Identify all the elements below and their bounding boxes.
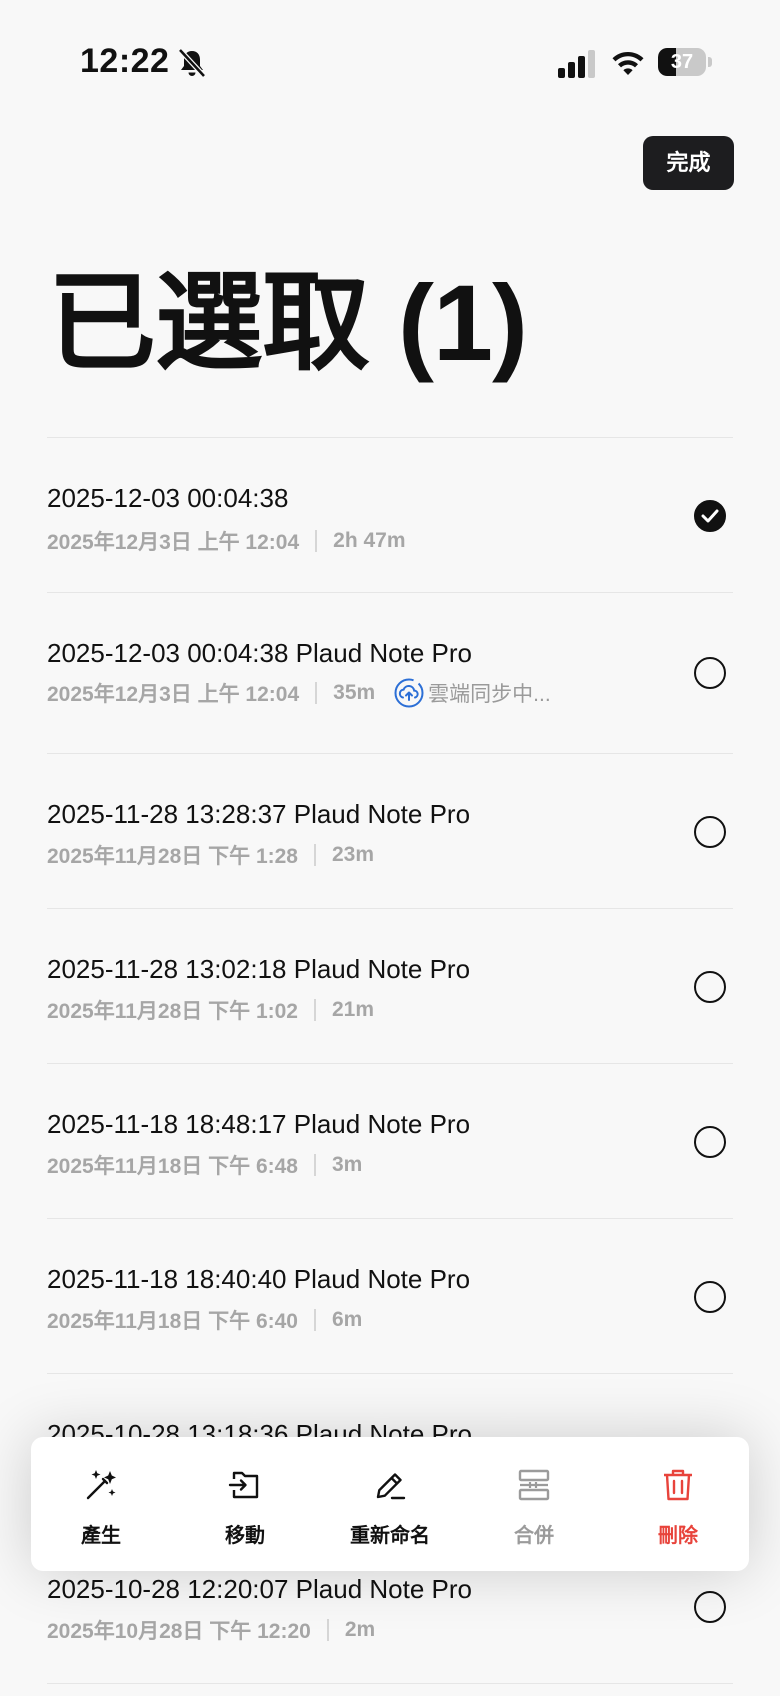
generate-label: 產生 bbox=[81, 1525, 121, 1547]
meta-separator bbox=[313, 999, 316, 1021]
move-label: 移動 bbox=[225, 1525, 265, 1547]
magic-wand-icon bbox=[86, 1470, 116, 1500]
battery-percent: 37 bbox=[670, 51, 694, 73]
recording-date: 2025年11月28日 下午 1:02 bbox=[47, 1000, 298, 1023]
recording-title: 2025-11-18 18:40:40 Plaud Note Pro bbox=[47, 1264, 471, 1294]
meta-separator bbox=[315, 682, 318, 704]
checkmark-icon bbox=[701, 509, 719, 523]
recording-title: 2025-10-28 12:20:07 Plaud Note Pro bbox=[47, 1574, 472, 1604]
recording-duration: 3m bbox=[331, 1153, 363, 1176]
recording-meta: 2025年11月18日 下午 6:48 3m bbox=[47, 1150, 362, 1180]
recording-meta: 2025年10月28日 下午 12:20 2m bbox=[47, 1615, 375, 1645]
recording-duration: 6m bbox=[331, 1308, 363, 1331]
select-checkbox[interactable] bbox=[694, 1591, 726, 1623]
wifi-icon bbox=[612, 52, 644, 75]
recording-date: 2025年10月28日 下午 12:20 bbox=[47, 1620, 311, 1643]
select-checkbox[interactable] bbox=[694, 971, 726, 1003]
rename-button[interactable]: 重新命名 bbox=[320, 1437, 460, 1571]
recording-duration: 23m bbox=[331, 843, 375, 866]
merge-icon bbox=[518, 1469, 550, 1501]
cellular-signal-icon bbox=[558, 50, 595, 78]
recording-date: 2025年11月18日 下午 6:48 bbox=[47, 1155, 298, 1178]
select-checkbox[interactable] bbox=[694, 1126, 726, 1158]
select-checkbox[interactable] bbox=[694, 816, 726, 848]
sync-label: 雲端同步中... bbox=[428, 683, 551, 706]
recording-date: 2025年12月3日 上午 12:04 bbox=[47, 531, 300, 554]
recording-meta: 2025年11月28日 下午 1:28 23m bbox=[47, 840, 374, 870]
meta-separator bbox=[326, 1619, 329, 1641]
recording-item[interactable]: 2025-11-18 18:48:17 Plaud Note Pro 2025年… bbox=[47, 1064, 733, 1219]
move-button[interactable]: 移動 bbox=[175, 1437, 315, 1571]
recording-meta: 2025年12月3日 上午 12:04 2h 47m bbox=[47, 526, 406, 556]
done-button[interactable]: 完成 bbox=[643, 136, 734, 190]
recording-item[interactable]: 2025-11-28 13:28:37 Plaud Note Pro 2025年… bbox=[47, 754, 733, 909]
rename-label: 重新命名 bbox=[350, 1525, 430, 1547]
cloud-sync-status: 雲端同步中... bbox=[393, 677, 551, 709]
move-folder-icon bbox=[228, 1471, 259, 1499]
recording-date: 2025年11月18日 下午 6:40 bbox=[47, 1310, 298, 1333]
recording-duration: 2m bbox=[344, 1618, 376, 1641]
battery-indicator: 37 bbox=[658, 48, 712, 76]
generate-button[interactable]: 產生 bbox=[31, 1437, 171, 1571]
page-title: 已選取 (1) bbox=[48, 262, 528, 383]
recording-item[interactable]: 2025-11-18 18:40:40 Plaud Note Pro 2025年… bbox=[47, 1219, 733, 1374]
recording-meta: 2025年12月3日 上午 12:04 35m 雲端同步中... bbox=[47, 677, 551, 709]
recording-title: 2025-12-03 00:04:38 bbox=[47, 483, 289, 513]
merge-label: 合併 bbox=[514, 1525, 554, 1547]
screen: 12:22 37 完成 已選取 (1) 2025-12-03 00:04:38 … bbox=[0, 0, 780, 1696]
recording-title: 2025-11-18 18:48:17 Plaud Note Pro bbox=[47, 1109, 471, 1139]
status-time: 12:22 bbox=[80, 42, 170, 80]
recording-date: 2025年11月28日 下午 1:28 bbox=[47, 845, 298, 868]
recording-meta: 2025年11月18日 下午 6:40 6m bbox=[47, 1305, 362, 1335]
cloud-upload-icon bbox=[394, 678, 424, 708]
recording-duration: 35m bbox=[333, 681, 376, 704]
recording-duration: 2h 47m bbox=[333, 529, 406, 552]
meta-separator bbox=[313, 844, 316, 866]
delete-button[interactable]: 刪除 bbox=[608, 1437, 748, 1571]
recording-item[interactable]: 2025-12-03 00:04:38 Plaud Note Pro 2025年… bbox=[47, 593, 733, 754]
recording-date: 2025年12月3日 上午 12:04 bbox=[47, 683, 300, 706]
select-checkbox[interactable] bbox=[694, 1281, 726, 1313]
meta-separator bbox=[313, 1154, 316, 1176]
recording-duration: 21m bbox=[331, 998, 375, 1021]
recording-title: 2025-11-28 13:28:37 Plaud Note Pro bbox=[47, 799, 471, 829]
recording-title: 2025-11-28 13:02:18 Plaud Note Pro bbox=[47, 954, 471, 984]
status-bar: 12:22 37 bbox=[0, 0, 780, 120]
recording-meta: 2025年11月28日 下午 1:02 21m bbox=[47, 995, 374, 1025]
recording-title: 2025-12-03 00:04:38 Plaud Note Pro bbox=[47, 638, 472, 668]
trash-icon bbox=[664, 1469, 692, 1501]
action-bar: 產生 移動 重新命名 合併 刪除 bbox=[31, 1437, 749, 1571]
select-checkbox[interactable] bbox=[694, 657, 726, 689]
recording-item[interactable]: 2025-11-28 13:02:18 Plaud Note Pro 2025年… bbox=[47, 909, 733, 1064]
merge-button[interactable]: 合併 bbox=[464, 1437, 604, 1571]
delete-label: 刪除 bbox=[658, 1525, 698, 1547]
select-checkbox-checked[interactable] bbox=[694, 500, 726, 532]
bell-muted-icon bbox=[178, 48, 206, 78]
row-divider bbox=[47, 1683, 733, 1684]
pencil-icon bbox=[376, 1473, 406, 1500]
recording-item[interactable]: 2025-12-03 00:04:38 2025年12月3日 上午 12:04 … bbox=[47, 438, 733, 593]
meta-separator bbox=[315, 530, 318, 552]
meta-separator bbox=[313, 1309, 316, 1331]
